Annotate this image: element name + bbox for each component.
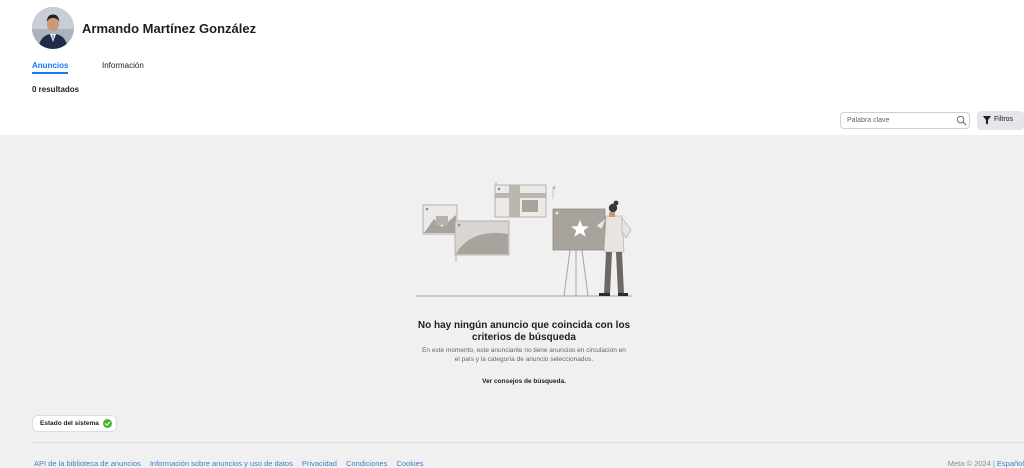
language-selector[interactable]: Español xyxy=(997,459,1024,468)
footer-links: API de la biblioteca de anuncios Informa… xyxy=(34,459,431,468)
advertiser-name: Armando Martínez González xyxy=(82,21,257,36)
footer-meta: Meta © 2024 | Español xyxy=(948,459,1024,468)
search-tips-link[interactable]: Ver consejos de búsqueda. xyxy=(412,378,636,385)
results-area: No hay ningún anuncio que coincida con l… xyxy=(0,135,1024,468)
system-status-button[interactable]: Estado del sistema xyxy=(32,415,117,432)
check-circle-icon xyxy=(103,419,112,428)
empty-state-description: En este momento, este anunciante no tien… xyxy=(422,347,626,363)
avatar[interactable] xyxy=(32,7,74,49)
keyword-search-box xyxy=(840,112,970,129)
results-count: 0 resultados xyxy=(32,85,80,94)
filters-label: Filtros xyxy=(994,116,1014,123)
filters-button[interactable]: Filtros xyxy=(977,111,1024,130)
footer-link-cookies[interactable]: Cookies xyxy=(396,459,423,468)
search-input[interactable] xyxy=(841,113,949,128)
search-icon[interactable] xyxy=(956,115,967,126)
footer-link-terms[interactable]: Condiciones xyxy=(346,459,387,468)
empty-state-title: No hay ningún anuncio que coincida con l… xyxy=(417,320,631,343)
page-header: Armando Martínez González Anuncios Infor… xyxy=(0,0,1024,135)
copyright-text: Meta © 2024 | xyxy=(947,459,995,468)
footer-link-api[interactable]: API de la biblioteca de anuncios xyxy=(34,459,141,468)
footer-link-privacy[interactable]: Privacidad xyxy=(302,459,337,468)
empty-state-illustration xyxy=(416,182,632,297)
avatar-image xyxy=(32,7,74,49)
footer-link-ads-info[interactable]: Información sobre anuncios y uso de dato… xyxy=(150,459,293,468)
tab-anuncios[interactable]: Anuncios xyxy=(32,61,69,74)
system-status-label: Estado del sistema xyxy=(40,420,99,427)
filter-icon xyxy=(983,116,991,125)
tab-informacion[interactable]: Información xyxy=(102,61,144,70)
footer-divider xyxy=(32,442,1024,443)
